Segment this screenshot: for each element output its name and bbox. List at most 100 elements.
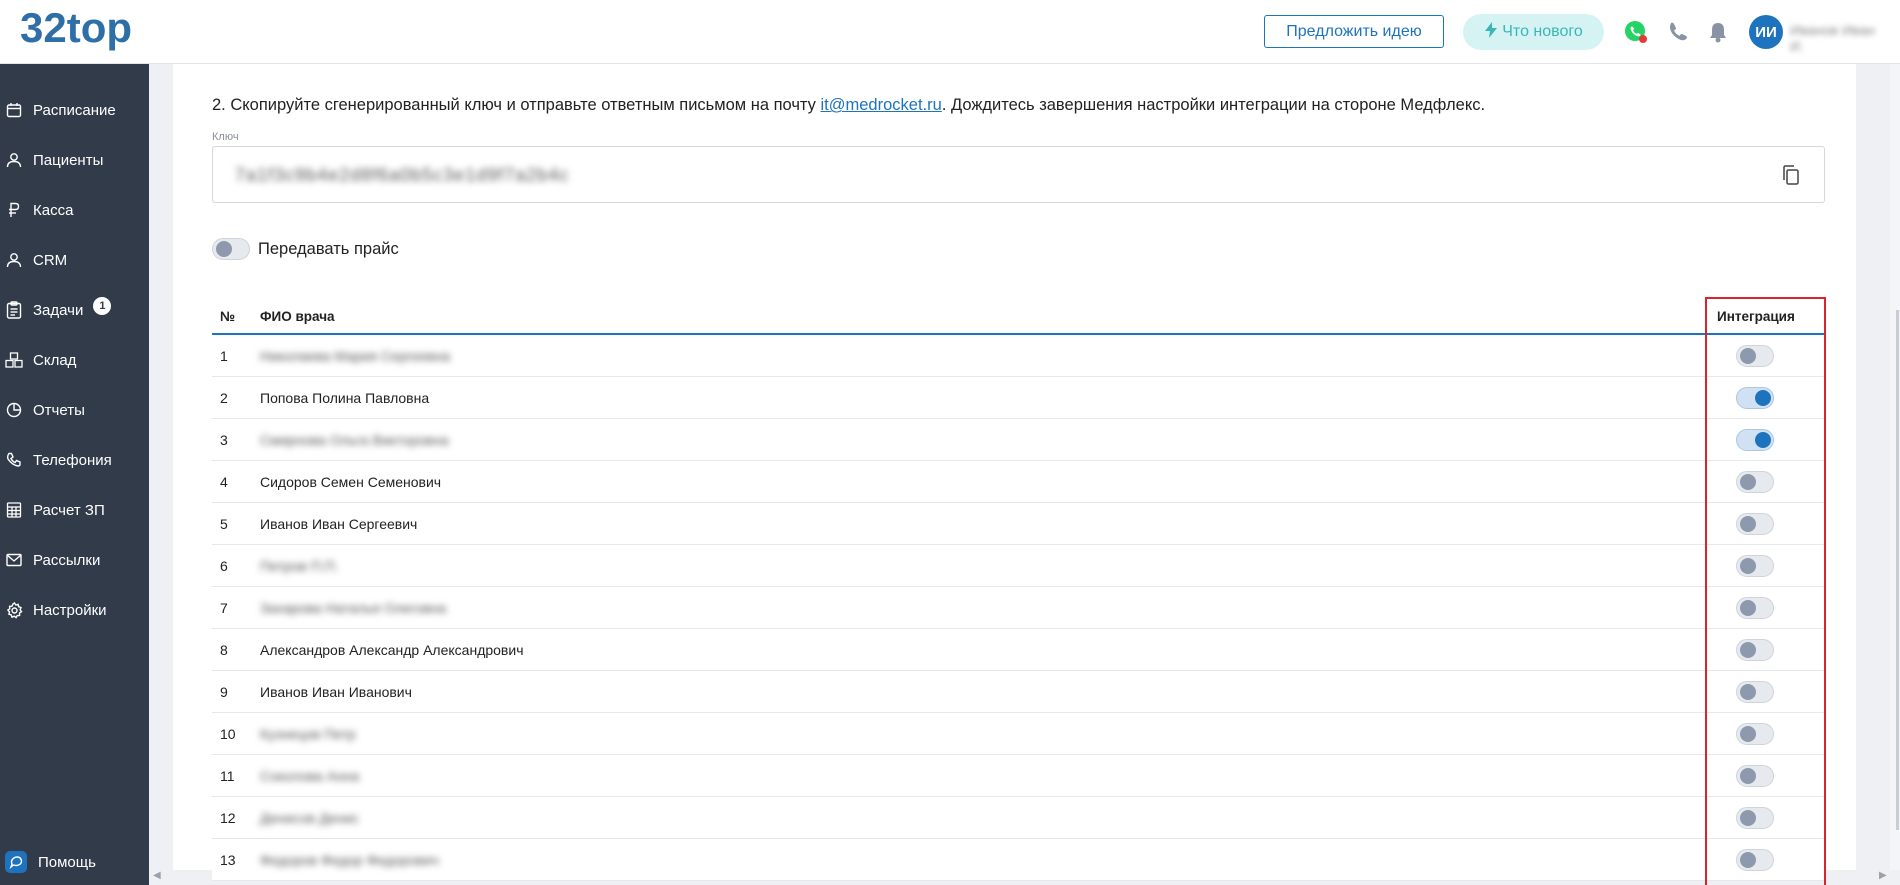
row-number: 11	[220, 768, 235, 784]
doctor-name: Иванов Иван Иванович	[260, 684, 412, 700]
row-number: 12	[220, 810, 236, 826]
app-logo[interactable]: 32top	[20, 4, 132, 52]
phone-icon[interactable]	[1664, 18, 1692, 46]
integration-toggle[interactable]	[1736, 429, 1774, 451]
help-button[interactable]: Помощь	[0, 847, 149, 877]
table-row: 4 Сидоров Семен Семенович	[212, 461, 1825, 503]
transfer-price-label: Передавать прайс	[258, 239, 399, 258]
sidebar-item-label: Настройки	[33, 601, 107, 619]
doctor-name: Николаева Мария Сергеевна	[260, 348, 451, 364]
sidebar-item-patients[interactable]: Пациенты	[0, 140, 149, 180]
doctor-name: Попова Полина Павловна	[260, 390, 430, 406]
sidebar-item-payroll[interactable]: Расчет ЗП	[0, 490, 149, 530]
integration-toggle[interactable]	[1736, 849, 1774, 871]
doctor-name: Денисов Денис	[260, 810, 359, 826]
column-header-integration: Интеграция	[1717, 309, 1795, 324]
whatsapp-icon[interactable]	[1622, 18, 1650, 46]
calendar-icon	[5, 101, 23, 119]
sidebar-item-reports[interactable]: Отчеты	[0, 390, 149, 430]
row-number: 6	[220, 558, 228, 574]
email-link[interactable]: it@medrocket.ru	[821, 96, 942, 114]
table-row: 10 Кузнецов Петр	[212, 713, 1825, 755]
doctor-name: Федоров Федор Федорович	[260, 852, 439, 868]
table-row: 7 Захарова Наталья Олеговна	[212, 587, 1825, 629]
doctor-name: Иванов Иван Сергеевич	[260, 516, 418, 532]
sidebar-item-label: Телефония	[33, 451, 112, 469]
copy-icon[interactable]	[1780, 164, 1802, 186]
table-row: 2 Попова Полина Павловна	[212, 377, 1825, 419]
sidebar-item-label: Пациенты	[33, 151, 104, 169]
integration-cell	[1736, 555, 1774, 577]
integration-toggle[interactable]	[1736, 387, 1774, 409]
sidebar-item-schedule[interactable]: Расписание	[0, 90, 149, 130]
integration-cell	[1736, 807, 1774, 829]
row-number: 13	[220, 852, 236, 868]
key-field[interactable]: 7a1f3c9b4e2d8f6a0b5c3e1d9f7a2b4c	[212, 146, 1825, 203]
doctor-name: Захарова Наталья Олеговна	[260, 600, 447, 616]
pie-chart-icon	[5, 401, 23, 419]
table-row: 12 Денисов Денис	[212, 797, 1825, 839]
integration-cell	[1736, 387, 1774, 409]
tasks-count-badge: 1	[93, 297, 112, 315]
integration-cell	[1736, 513, 1774, 535]
integration-toggle[interactable]	[1736, 723, 1774, 745]
integration-toggle[interactable]	[1736, 597, 1774, 619]
sidebar-item-warehouse[interactable]: Склад	[0, 340, 149, 380]
help-label: Помощь	[38, 853, 96, 871]
scroll-left-arrow[interactable]: ◀	[153, 870, 161, 881]
bell-icon[interactable]	[1704, 18, 1732, 46]
user-icon	[5, 151, 23, 169]
gear-icon	[5, 601, 23, 619]
sidebar-item-telephony[interactable]: Телефония	[0, 440, 149, 480]
integration-toggle[interactable]	[1736, 765, 1774, 787]
suggest-idea-button[interactable]: Предложить идею	[1264, 15, 1444, 48]
sidebar-item-label: Рассылки	[33, 551, 101, 569]
scroll-right-arrow[interactable]: ▶	[1879, 870, 1887, 881]
sidebar-item-label: Касса	[33, 201, 74, 219]
sidebar-item-mailings[interactable]: Рассылки	[0, 540, 149, 580]
avatar[interactable]: ИИ	[1749, 15, 1783, 49]
scrollbar-thumb[interactable]	[1896, 310, 1899, 830]
calculator-icon	[5, 501, 23, 519]
table-row: 8 Александров Александр Александрович	[212, 629, 1825, 671]
integration-toggle[interactable]	[1736, 681, 1774, 703]
integration-cell	[1736, 429, 1774, 451]
transfer-price-toggle[interactable]: Передавать прайс	[212, 238, 399, 260]
sidebar-item-cashbox[interactable]: Касса	[0, 190, 149, 230]
username[interactable]: Иванов Иван И.	[1790, 22, 1882, 54]
sidebar-item-label: Отчеты	[33, 401, 85, 419]
lightning-icon	[1484, 21, 1498, 43]
doctor-name: Петров П.П.	[260, 558, 339, 574]
sidebar-item-label: Расписание	[33, 101, 116, 119]
doctor-name: Соколова Анна	[260, 768, 360, 784]
table-row: 9 Иванов Иван Иванович	[212, 671, 1825, 713]
integration-toggle[interactable]	[1736, 345, 1774, 367]
mail-icon	[5, 551, 23, 569]
row-number: 3	[220, 432, 228, 448]
sidebar-item-label: Склад	[33, 351, 77, 369]
row-number: 8	[220, 642, 228, 658]
row-number: 9	[220, 684, 228, 700]
tasks-icon	[5, 301, 23, 319]
toggle-switch[interactable]	[212, 238, 250, 260]
integration-toggle[interactable]	[1736, 555, 1774, 577]
row-number: 7	[220, 600, 228, 616]
row-number: 10	[220, 726, 236, 742]
integration-toggle[interactable]	[1736, 513, 1774, 535]
sidebar-item-label: Расчет ЗП	[33, 501, 105, 519]
sidebar-item-label: CRM	[33, 251, 68, 269]
sidebar-item-tasks[interactable]: Задачи 1	[0, 290, 149, 330]
doctor-name: Кузнецов Петр	[260, 726, 356, 742]
integration-toggle[interactable]	[1736, 807, 1774, 829]
integration-toggle[interactable]	[1736, 471, 1774, 493]
table-header: № ФИО врача Интеграция	[212, 297, 1825, 335]
integration-toggle[interactable]	[1736, 639, 1774, 661]
sidebar-item-crm[interactable]: CRM	[0, 240, 149, 280]
sidebar-item-settings[interactable]: Настройки	[0, 590, 149, 630]
table-row: 6 Петров П.П.	[212, 545, 1825, 587]
integration-cell	[1736, 765, 1774, 787]
whats-new-button[interactable]: Что нового	[1463, 14, 1604, 50]
table-row: 3 Смирнова Ольга Викторовна	[212, 419, 1825, 461]
table-row: 5 Иванов Иван Сергеевич	[212, 503, 1825, 545]
chat-icon	[5, 851, 27, 873]
